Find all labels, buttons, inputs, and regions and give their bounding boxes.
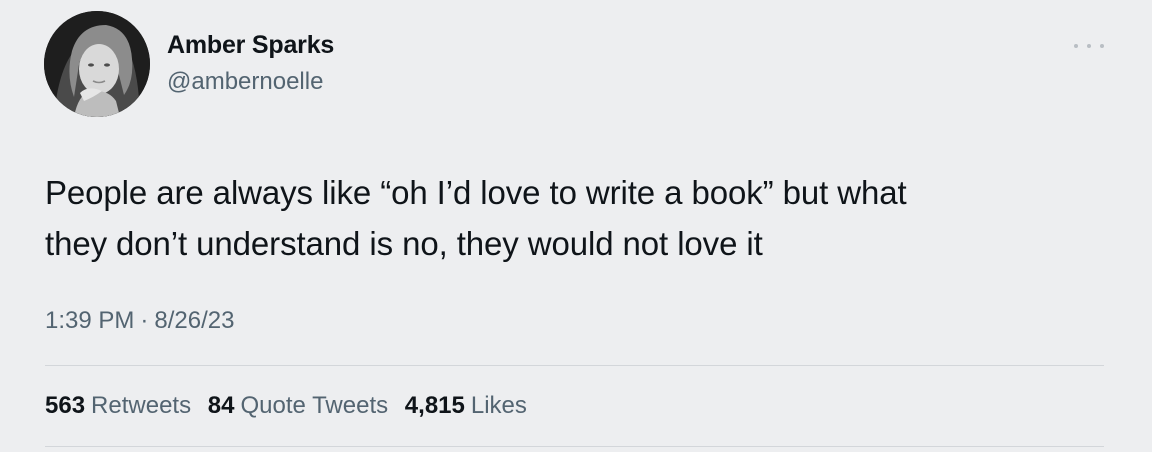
quote-tweets-count: 84	[207, 392, 235, 419]
ellipsis-dot	[1100, 44, 1104, 48]
author-handle[interactable]: @ambernoelle	[167, 68, 323, 96]
quote-tweets-label: Quote Tweets	[240, 392, 389, 419]
profile-photo-icon	[44, 11, 150, 117]
likes-label: Likes	[470, 392, 527, 419]
divider	[45, 365, 1104, 366]
likes-link[interactable]: 4,815 Likes	[405, 392, 527, 419]
meta-separator: ·	[140, 307, 149, 334]
tweet-text: People are always like “oh I’d love to w…	[45, 167, 1105, 269]
tweet-text-line: People are always like “oh I’d love to w…	[45, 174, 907, 211]
quote-tweets-link[interactable]: 84 Quote Tweets	[208, 392, 388, 419]
ellipsis-dot	[1087, 44, 1091, 48]
retweets-link[interactable]: 563 Retweets	[45, 392, 191, 419]
engagement-stats: 563 Retweets 84 Quote Tweets 4,815 Likes	[45, 392, 537, 420]
tweet-timestamp[interactable]: 1:39 PM · 8/26/23	[45, 307, 234, 335]
divider	[45, 446, 1104, 447]
tweet-time[interactable]: 1:39 PM	[45, 307, 134, 334]
tweet-date[interactable]: 8/26/23	[154, 307, 234, 334]
tweet-card: Amber Sparks @ambernoelle People are alw…	[0, 0, 1152, 452]
retweets-label: Retweets	[91, 392, 192, 419]
avatar[interactable]	[44, 11, 150, 117]
author-display-name[interactable]: Amber Sparks	[167, 31, 334, 60]
ellipsis-icon[interactable]	[1074, 38, 1104, 54]
ellipsis-dot	[1074, 44, 1078, 48]
retweets-count: 563	[45, 392, 86, 419]
likes-count: 4,815	[404, 392, 465, 419]
tweet-text-line: they don’t understand is no, they would …	[45, 225, 763, 262]
